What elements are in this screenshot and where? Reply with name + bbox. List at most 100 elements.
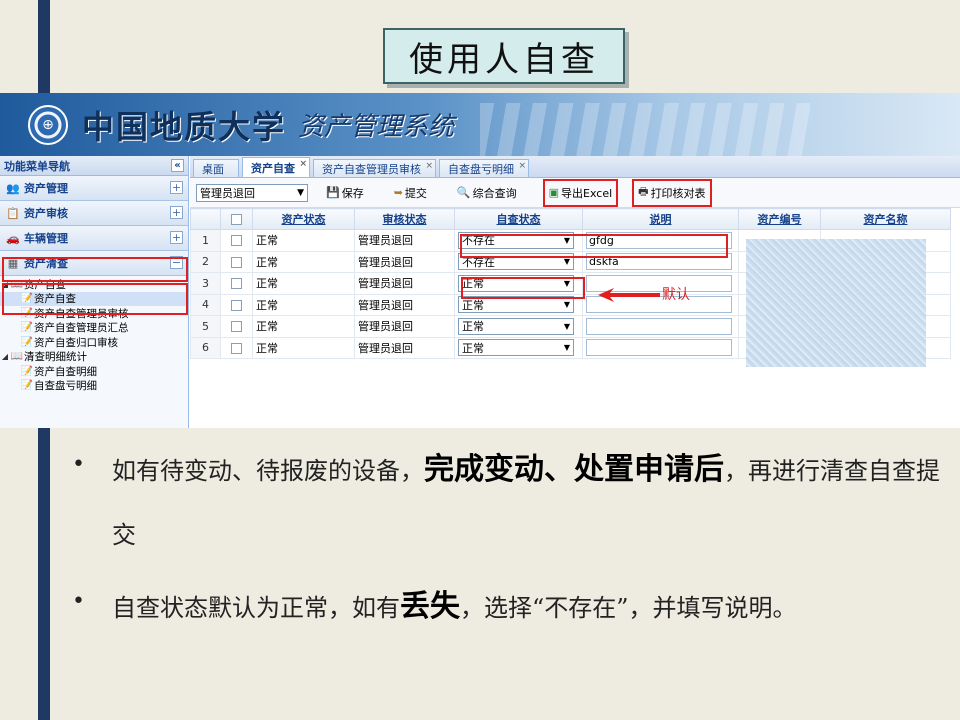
note-input[interactable]	[586, 317, 732, 335]
bullet-item: • 自查状态默认为正常，如有丢失，选择“不存在”，并填写说明。	[72, 575, 942, 640]
close-icon[interactable]: ×	[425, 161, 433, 171]
audit-status-cell: 管理员退回	[354, 315, 455, 338]
row-select-cell[interactable]	[220, 336, 253, 359]
col-audit-status[interactable]: 审核状态	[354, 208, 455, 230]
asset-status-cell: 正常	[252, 336, 355, 359]
expand-icon[interactable]: +	[170, 231, 183, 244]
row-number: 4	[190, 293, 221, 316]
row-checkbox[interactable]	[231, 235, 242, 247]
grid-header-row: 资产状态 审核状态 自查状态 说明 资产编号 资产名称	[190, 208, 951, 230]
bullet-dot: •	[72, 589, 85, 614]
search-icon: 🔍	[456, 186, 471, 199]
highlight-inventory-section	[2, 257, 188, 282]
dropdown-arrow-icon: ▼	[563, 257, 570, 267]
sidebar-section-asset-audit[interactable]: 📋 资产审核 +	[0, 201, 188, 226]
users-icon: 👥	[6, 181, 20, 195]
note-input[interactable]	[586, 339, 732, 357]
save-label: 保存	[341, 186, 364, 200]
row-number: 6	[190, 336, 221, 359]
bullet-emphasis: 完成变动、处置申请后	[424, 452, 724, 487]
expand-icon[interactable]: +	[170, 181, 183, 194]
row-checkbox[interactable]	[231, 278, 242, 290]
check-status-select[interactable]: 正常 ▼	[458, 317, 574, 335]
redacted-asset-info	[746, 239, 926, 367]
row-select-cell[interactable]	[220, 250, 253, 273]
close-icon[interactable]: ×	[518, 161, 526, 171]
tree-item-label: 资产自查明细	[34, 365, 97, 378]
col-note[interactable]: 说明	[582, 208, 739, 230]
select-all-header[interactable]	[220, 208, 253, 230]
row-checkbox[interactable]	[231, 321, 242, 333]
tab-desktop[interactable]: 桌面	[193, 159, 239, 177]
submit-label: 提交	[404, 186, 427, 200]
arrow-left-icon	[598, 288, 660, 302]
tree-item-loss-detail[interactable]: 📝 自查盘亏明细	[0, 379, 188, 394]
check-status-cell: 正常 ▼	[454, 315, 583, 338]
col-asset-number[interactable]: 资产编号	[738, 208, 821, 230]
row-select-cell[interactable]	[220, 293, 253, 316]
tab-loss-detail[interactable]: 自查盘亏明细 ×	[439, 159, 529, 177]
bullet-item: • 如有待变动、待报废的设备，完成变动、处置申请后，再进行清查自查提交	[72, 438, 942, 567]
bullet-text-part: 如有待变动、待报废的设备，	[112, 457, 424, 485]
row-checkbox[interactable]	[231, 256, 242, 268]
col-asset-status[interactable]: 资产状态	[252, 208, 355, 230]
collapse-icon[interactable]: «	[171, 159, 184, 172]
slide-title: 使用人自查	[383, 28, 625, 84]
tree-item-self-check-detail[interactable]: 📝 资产自查明细	[0, 364, 188, 379]
save-button[interactable]: 💾 保存	[322, 182, 368, 204]
document-edit-icon: 📝	[20, 336, 34, 348]
printer-icon: 🖶	[638, 185, 649, 198]
tree-item-label: 资产自查管理员汇总	[34, 322, 129, 335]
document-edit-icon: 📝	[20, 322, 34, 334]
sidebar-section-label: 资产审核	[24, 207, 68, 220]
submit-button[interactable]: ➥ 提交	[390, 182, 431, 204]
row-number: 1	[190, 229, 221, 252]
sidebar-section-label: 车辆管理	[24, 232, 68, 245]
row-number: 5	[190, 315, 221, 338]
sidebar-section-vehicle[interactable]: 🚗 车辆管理 +	[0, 226, 188, 251]
row-number: 2	[190, 250, 221, 273]
tab-self-check[interactable]: 资产自查 ×	[242, 157, 310, 177]
dropdown-arrow-icon: ▼	[563, 343, 570, 353]
row-select-cell[interactable]	[220, 229, 253, 252]
col-check-status[interactable]: 自查状态	[454, 208, 583, 230]
bullet-text: 如有待变动、待报废的设备，完成变动、处置申请后，再进行清查自查提交	[112, 438, 942, 567]
print-check-table-button[interactable]: 🖶 打印核对表	[632, 178, 712, 207]
banner-system-name: 资产管理系统	[298, 112, 455, 142]
check-status-cell: 正常 ▼	[454, 336, 583, 359]
bullet-text-part: 自查状态默认为正常，如有	[112, 594, 400, 622]
row-select-cell[interactable]	[220, 315, 253, 338]
tree-folder-detail-stats[interactable]: ◢ 📖 清查明细统计	[0, 350, 188, 365]
select-all-checkbox[interactable]	[231, 214, 242, 225]
check-status-value: 正常	[462, 320, 484, 334]
tree-item-label: 资产自查归口审核	[34, 336, 118, 349]
expand-icon[interactable]: +	[170, 206, 183, 219]
app-banner: ⊕ 中国地质大学 资产管理系统	[0, 93, 960, 156]
col-asset-name[interactable]: 资产名称	[820, 208, 951, 230]
row-checkbox[interactable]	[231, 342, 242, 354]
asset-status-cell: 正常	[252, 229, 355, 252]
tree-item-label: 自查盘亏明细	[34, 380, 97, 393]
status-filter-select[interactable]: 管理员退回 ▼	[196, 183, 308, 202]
sidebar-header-label: 功能菜单导航	[4, 159, 70, 173]
dropdown-arrow-icon: ▼	[563, 321, 570, 331]
query-button[interactable]: 🔍 综合查询	[453, 182, 521, 204]
tree-item-dept-review[interactable]: 📝 资产自查归口审核	[0, 335, 188, 350]
close-icon[interactable]: ×	[299, 159, 307, 169]
check-status-select[interactable]: 正常 ▼	[458, 339, 574, 357]
row-select-cell[interactable]	[220, 272, 253, 295]
save-icon: 💾	[326, 186, 340, 199]
banner-university-name: 中国地质大学	[82, 107, 287, 146]
tab-admin-review[interactable]: 资产自查管理员审核 ×	[313, 159, 436, 177]
banner-building-decor	[480, 103, 810, 156]
row-checkbox[interactable]	[231, 299, 242, 311]
export-excel-button[interactable]: ▣ 导出Excel	[542, 178, 619, 207]
tree-toggle-icon[interactable]: ◢	[0, 352, 10, 361]
query-label: 综合查询	[472, 186, 517, 200]
dropdown-arrow-icon: ▼	[297, 187, 304, 198]
highlight-row3-status	[461, 277, 585, 299]
toolbar: 管理员退回 ▼ 💾 保存 ➥ 提交 🔍 综合查询 ▣ 导出Excel 🖶 打印核…	[190, 178, 960, 208]
note-cell	[582, 315, 739, 338]
tree-item-admin-summary[interactable]: 📝 资产自查管理员汇总	[0, 321, 188, 336]
sidebar-section-asset-management[interactable]: 👥 资产管理 +	[0, 176, 188, 201]
